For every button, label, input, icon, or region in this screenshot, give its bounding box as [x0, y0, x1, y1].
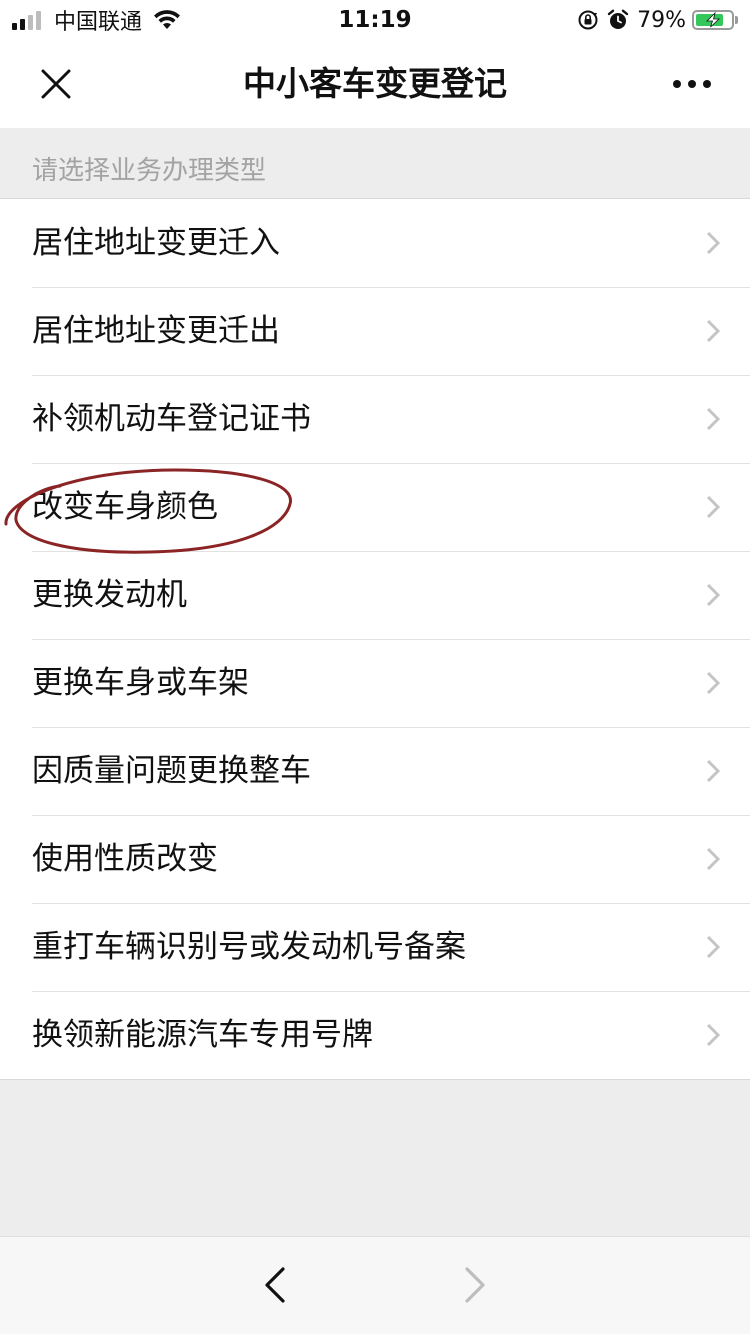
chevron-right-icon [706, 935, 720, 959]
list-item-replace-body-or-frame[interactable]: 更换车身或车架 [0, 639, 750, 727]
more-icon [673, 80, 711, 88]
list-item-label: 改变车身颜色 [32, 489, 218, 525]
list-item-label: 使用性质改变 [32, 841, 218, 877]
chevron-right-icon [706, 319, 720, 343]
business-type-list: 居住地址变更迁入 居住地址变更迁出 补领机动车登记证书 改变车身颜色 更换发动机… [0, 198, 750, 1080]
navigation-bar: 中小客车变更登记 [0, 40, 750, 128]
section-header-text: 请选择业务办理类型 [32, 156, 267, 186]
status-right: 79% [577, 6, 738, 34]
list-item-replace-engine[interactable]: 更换发动机 [0, 551, 750, 639]
chevron-right-icon [706, 407, 720, 431]
bottom-toolbar [0, 1236, 750, 1334]
battery-cap [735, 16, 738, 24]
chevron-right-icon [706, 847, 720, 871]
forward-button[interactable] [450, 1257, 500, 1313]
page-title: 中小客车变更登记 [243, 64, 507, 103]
chevron-right-icon [706, 759, 720, 783]
list-item-residence-move-out[interactable]: 居住地址变更迁出 [0, 287, 750, 375]
list-item-new-energy-plate[interactable]: 换领新能源汽车专用号牌 [0, 991, 750, 1079]
chevron-right-icon [706, 671, 720, 695]
list-item-label: 居住地址变更迁出 [32, 313, 280, 349]
chevron-right-icon [706, 583, 720, 607]
list-item-replace-whole-vehicle[interactable]: 因质量问题更换整车 [0, 727, 750, 815]
list-item-label: 重打车辆识别号或发动机号备案 [32, 929, 466, 965]
battery-icon [692, 10, 734, 30]
chevron-right-icon [706, 1023, 720, 1047]
list-item-label: 补领机动车登记证书 [32, 401, 311, 437]
list-item-change-body-color[interactable]: 改变车身颜色 [0, 463, 750, 551]
list-item-reissue-certificate[interactable]: 补领机动车登记证书 [0, 375, 750, 463]
back-arrow-icon [265, 1267, 285, 1303]
orientation-lock-icon [578, 10, 598, 30]
list-item-restamp-vin-engine-number[interactable]: 重打车辆识别号或发动机号备案 [0, 903, 750, 991]
status-bar: 中国联通 11:19 79% [0, 0, 750, 40]
more-button[interactable] [662, 56, 722, 112]
list-item-label: 换领新能源汽车专用号牌 [32, 1017, 373, 1053]
list-item-change-usage[interactable]: 使用性质改变 [0, 815, 750, 903]
chevron-right-icon [706, 231, 720, 255]
list-item-label: 居住地址变更迁入 [32, 225, 280, 261]
list-item-label: 因质量问题更换整车 [32, 753, 311, 789]
back-button[interactable] [250, 1257, 300, 1313]
list-item-label: 更换发动机 [32, 577, 187, 613]
charging-bolt-icon [706, 12, 721, 28]
alarm-icon [607, 9, 629, 29]
forward-arrow-icon [465, 1267, 485, 1303]
section-header: 请选择业务办理类型 [0, 128, 750, 198]
chevron-right-icon [706, 495, 720, 519]
list-item-label: 更换车身或车架 [32, 665, 249, 701]
list-item-residence-move-in[interactable]: 居住地址变更迁入 [0, 199, 750, 287]
battery-percent: 79% [637, 7, 686, 33]
